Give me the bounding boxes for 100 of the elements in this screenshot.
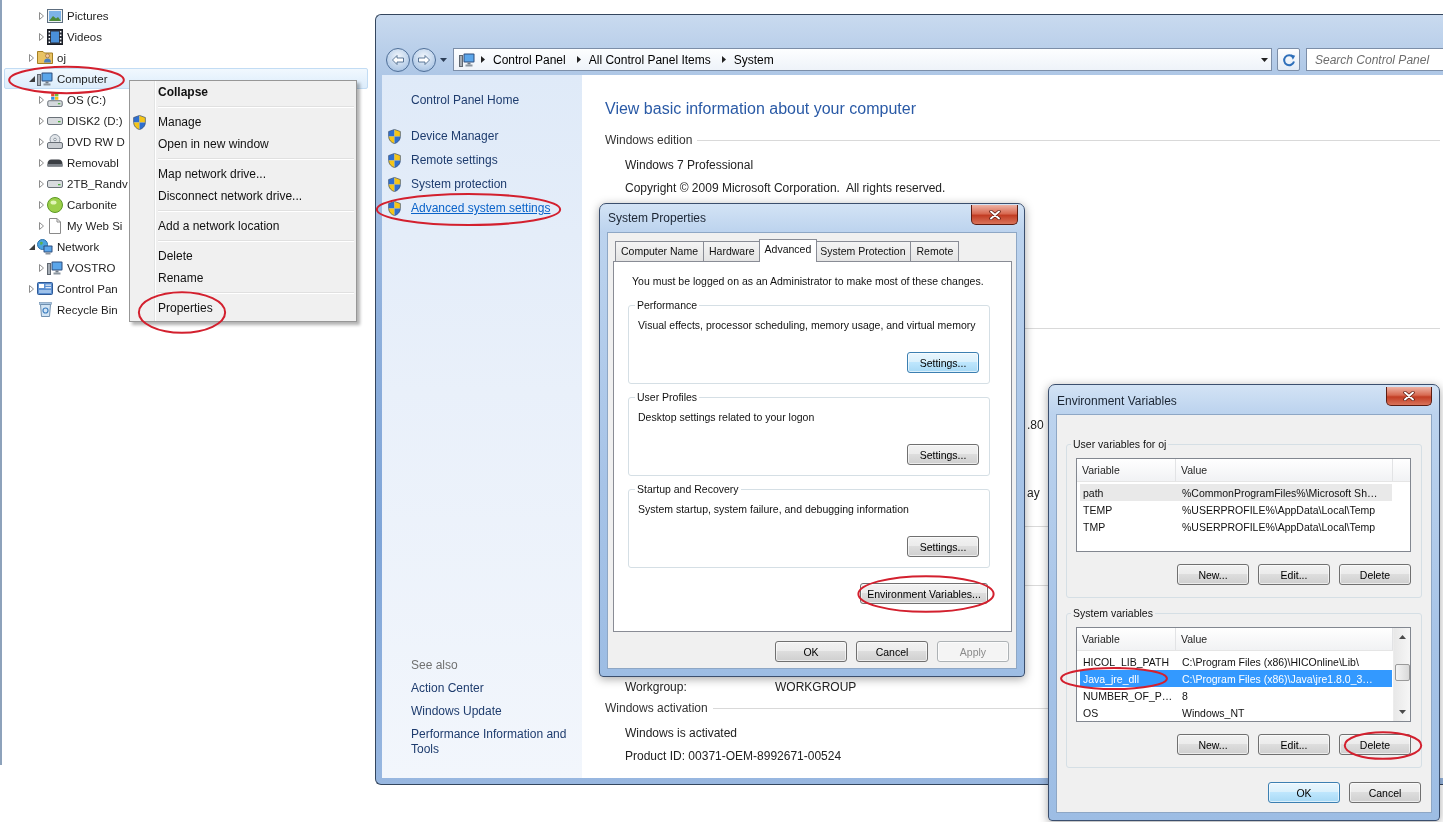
- menu-item[interactable]: Delete: [132, 245, 354, 267]
- group-title: System variables: [1072, 606, 1154, 620]
- description-text: System startup, system failure, and debugging information: [638, 502, 910, 516]
- menu-item[interactable]: Add a network location: [132, 215, 354, 237]
- tab[interactable]: Computer Name: [615, 241, 705, 261]
- expand-arrow-icon[interactable]: [39, 158, 44, 167]
- table-cell-text: path: [1082, 486, 1105, 499]
- sidebar-link[interactable]: Windows Update: [411, 704, 502, 719]
- list-button[interactable]: New...: [1177, 564, 1249, 585]
- expand-arrow-icon[interactable]: [39, 11, 44, 20]
- shield-icon: [388, 176, 401, 192]
- list-row[interactable]: HICOL_LIB_PATH C:\Program Files (x86)\HICOnline\Lib\: [1080, 653, 1392, 670]
- list-button[interactable]: Delete: [1339, 734, 1411, 755]
- settings-button[interactable]: Settings...: [907, 352, 979, 373]
- environment-variables-button[interactable]: Environment Variables...: [860, 583, 988, 604]
- drive-icon: [47, 179, 63, 188]
- tree-item[interactable]: OS (C:): [36, 89, 106, 110]
- expand-arrow-icon[interactable]: [29, 284, 34, 293]
- network-icon: [37, 238, 53, 255]
- tree-item[interactable]: oj: [26, 47, 66, 68]
- caret-down-icon[interactable]: [1261, 57, 1268, 62]
- settings-button[interactable]: Settings...: [907, 444, 979, 465]
- sidebar-link[interactable]: Performance Information and Tools: [411, 727, 571, 757]
- expand-arrow-icon[interactable]: [39, 200, 44, 209]
- tree-item[interactable]: VOSTRO: [36, 257, 116, 278]
- tree-item[interactable]: Videos: [36, 26, 102, 47]
- list-row[interactable]: OS Windows_NT: [1080, 704, 1392, 721]
- tree-item[interactable]: My Web Si: [36, 215, 123, 236]
- expand-arrow-icon[interactable]: [29, 53, 34, 62]
- info-text: Copyright © 2009 Microsoft Corporation. All rights reserved.: [625, 180, 946, 196]
- tab[interactable]: Advanced: [758, 239, 818, 262]
- sidebar-link[interactable]: System protection: [382, 172, 508, 196]
- collapse-arrow-icon[interactable]: [28, 75, 35, 82]
- sidebar-link[interactable]: Control Panel Home: [411, 92, 520, 108]
- menu-item[interactable]: Manage: [132, 111, 354, 133]
- collapse-arrow-icon[interactable]: [28, 243, 35, 250]
- dialog-button[interactable]: Cancel: [1349, 782, 1421, 803]
- column-header[interactable]: Variable: [1077, 628, 1176, 650]
- list-button[interactable]: New...: [1177, 734, 1249, 755]
- list-row[interactable]: path %CommonProgramFiles%\Microsoft Sh…: [1080, 484, 1392, 501]
- chevron-right-icon[interactable]: [576, 56, 581, 63]
- breadcrumb-item[interactable]: All Control Panel Items: [588, 52, 711, 67]
- forward-button[interactable]: [412, 47, 436, 72]
- search-field[interactable]: Search Control Panel: [1306, 48, 1443, 71]
- tab[interactable]: Remote: [910, 241, 960, 261]
- chevron-right-icon[interactable]: [721, 56, 726, 63]
- expand-arrow-icon[interactable]: [39, 263, 44, 272]
- sidebar-link[interactable]: Device Manager: [382, 124, 499, 148]
- breadcrumb-item[interactable]: System: [733, 52, 774, 67]
- menu-item[interactable]: Map network drive...: [132, 163, 354, 185]
- sidebar-link[interactable]: Action Center: [411, 681, 484, 696]
- column-header[interactable]: Value: [1176, 459, 1393, 481]
- list-row[interactable]: TEMP %USERPROFILE%\AppData\Local\Temp: [1080, 501, 1392, 518]
- menu-item[interactable]: Open in new window: [132, 133, 354, 155]
- menu-item[interactable]: Rename: [132, 267, 354, 289]
- menu-item[interactable]: Disconnect network drive...: [132, 185, 354, 207]
- tab[interactable]: Hardware: [703, 241, 761, 261]
- close-button[interactable]: [971, 205, 1018, 225]
- dialog-button[interactable]: OK: [1268, 782, 1340, 803]
- expand-arrow-icon[interactable]: [39, 32, 44, 41]
- caret-down-icon[interactable]: [1398, 710, 1406, 714]
- address-bar[interactable]: Control Panel All Control Panel Items System: [453, 48, 1272, 71]
- list-button[interactable]: Delete: [1339, 564, 1411, 585]
- expand-arrow-icon[interactable]: [39, 116, 44, 125]
- group-title: User variables for oj: [1072, 437, 1168, 451]
- breadcrumb-item[interactable]: Control Panel: [493, 52, 566, 67]
- tree-item[interactable]: DVD RW D: [36, 131, 125, 152]
- tree-item[interactable]: DISK2 (D:): [36, 110, 123, 131]
- scrollbar[interactable]: [1393, 628, 1410, 721]
- dialog-button[interactable]: Cancel: [856, 641, 928, 662]
- list-button[interactable]: Edit...: [1258, 564, 1330, 585]
- expand-arrow-icon[interactable]: [39, 95, 44, 104]
- tree-item[interactable]: Network: [26, 236, 100, 257]
- sidebar-link[interactable]: Remote settings: [382, 148, 498, 172]
- tree-item[interactable]: 2TB_Randv: [36, 173, 128, 194]
- caret-up-icon[interactable]: [1398, 635, 1406, 639]
- expand-arrow-icon[interactable]: [39, 179, 44, 188]
- menu-item[interactable]: Properties: [132, 297, 354, 319]
- back-button[interactable]: [386, 47, 410, 72]
- settings-button[interactable]: Settings...: [907, 536, 979, 557]
- table-cell-text: NUMBER_OF_P…: [1082, 689, 1174, 702]
- list-button[interactable]: Edit...: [1258, 734, 1330, 755]
- caret-down-icon[interactable]: [440, 57, 447, 62]
- tree-item[interactable]: Carbonite: [36, 194, 117, 215]
- list-row[interactable]: TMP %USERPROFILE%\AppData\Local\Temp: [1080, 518, 1392, 535]
- column-header[interactable]: Variable: [1077, 459, 1176, 481]
- refresh-button[interactable]: [1277, 48, 1300, 71]
- computer-icon: [37, 71, 53, 86]
- tree-item[interactable]: Pictures: [36, 5, 109, 26]
- tree-item[interactable]: Recycle Bin: [26, 299, 118, 320]
- scrollbar-thumb[interactable]: [1394, 664, 1410, 681]
- dialog-button[interactable]: OK: [775, 641, 847, 662]
- expand-arrow-icon[interactable]: [39, 137, 44, 146]
- close-button[interactable]: [1386, 387, 1432, 406]
- tab[interactable]: System Protection: [814, 241, 912, 261]
- list-row[interactable]: NUMBER_OF_P… 8: [1080, 687, 1392, 704]
- tree-item[interactable]: Control Pan: [26, 278, 118, 299]
- chevron-right-icon[interactable]: [481, 56, 485, 63]
- tree-item[interactable]: Removabl: [36, 152, 119, 173]
- expand-arrow-icon[interactable]: [39, 221, 44, 230]
